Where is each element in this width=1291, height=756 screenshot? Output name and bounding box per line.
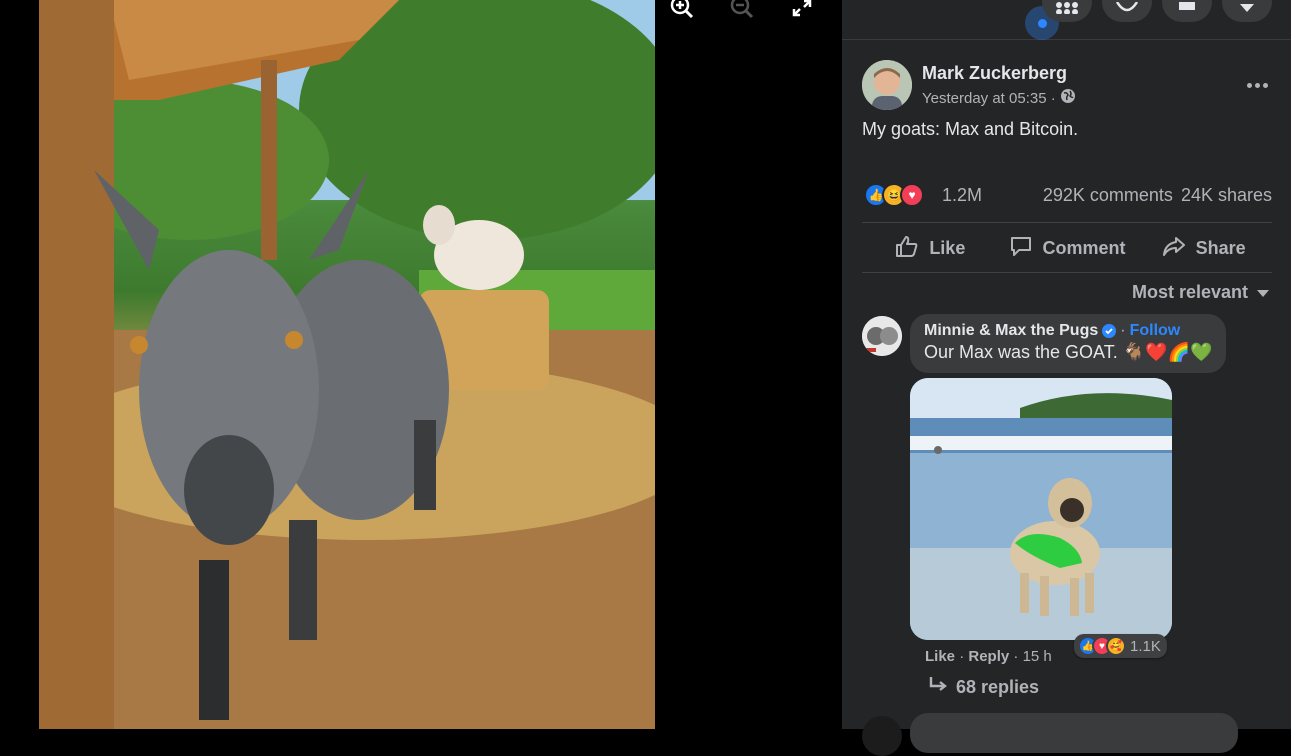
comment-text: Our Max was the GOAT. 🐐❤️🌈💚 bbox=[924, 342, 1213, 362]
post-actions: Like Comment Share bbox=[862, 224, 1272, 272]
next-comment-bubble bbox=[910, 713, 1238, 753]
viewer-toolbar bbox=[668, 0, 816, 22]
zoom-in-icon[interactable] bbox=[668, 0, 696, 22]
comment-reactions[interactable]: 👍 ♥ 🥰 1.1K bbox=[1074, 634, 1167, 658]
post-photo[interactable] bbox=[39, 0, 655, 729]
goat-photo-illustration bbox=[39, 0, 655, 729]
notifications-icon[interactable] bbox=[1162, 0, 1212, 22]
messenger-icon[interactable] bbox=[1102, 0, 1152, 22]
reply-arrow-icon bbox=[928, 676, 948, 699]
commenter-row: Minnie & Max the Pugs · Follow bbox=[924, 322, 1212, 340]
caret-down-icon bbox=[1256, 282, 1270, 303]
separator: · bbox=[1013, 648, 1023, 665]
divider bbox=[862, 222, 1272, 223]
pug-photo-illustration bbox=[910, 378, 1172, 640]
photo-viewer bbox=[0, 0, 842, 729]
care-reaction-icon: 🥰 bbox=[1106, 636, 1126, 656]
comments-count[interactable]: 292K comments bbox=[1043, 185, 1173, 205]
more-options-icon[interactable] bbox=[1242, 70, 1272, 100]
fullscreen-icon[interactable] bbox=[788, 0, 816, 22]
verified-badge-icon bbox=[1102, 324, 1117, 338]
separator: · bbox=[959, 648, 969, 665]
view-replies-button[interactable]: 68 replies bbox=[928, 676, 1039, 699]
name-separator: · bbox=[1120, 322, 1126, 339]
love-reaction-icon: ♥ bbox=[900, 183, 924, 207]
thumbs-up-icon bbox=[895, 235, 919, 262]
post-caption: My goats: Max and Bitcoin. bbox=[862, 119, 1079, 139]
commenter-avatar[interactable] bbox=[862, 316, 902, 356]
comment-icon bbox=[1009, 235, 1033, 262]
account-menu-icon[interactable] bbox=[1222, 0, 1272, 22]
share-label: Share bbox=[1195, 237, 1246, 258]
like-button[interactable]: Like bbox=[862, 224, 999, 272]
share-icon bbox=[1162, 235, 1186, 262]
post-stats: 👍 😆 ♥ 1.2M 292K comments 24K shares bbox=[862, 180, 1272, 210]
comment-actions: Like · Reply · 15 h bbox=[925, 648, 1052, 665]
comment-time[interactable]: 15 h bbox=[1023, 648, 1052, 665]
post-header: Mark Zuckerberg Yesterday at 05:35 · bbox=[862, 60, 1272, 110]
commenter-name[interactable]: Minnie & Max the Pugs bbox=[924, 322, 1098, 340]
comment-button[interactable]: Comment bbox=[999, 224, 1136, 272]
comment-reaction-count: 1.1K bbox=[1130, 637, 1161, 655]
next-commenter-avatar[interactable] bbox=[862, 716, 902, 756]
reaction-count[interactable]: 1.2M bbox=[942, 185, 982, 206]
author-name[interactable]: Mark Zuckerberg bbox=[922, 63, 1067, 84]
comment-sort-dropdown[interactable]: Most relevant bbox=[1132, 282, 1270, 303]
comment-bubble: Minnie & Max the Pugs · Follow Our Max w… bbox=[910, 314, 1227, 373]
follow-button[interactable]: Follow bbox=[1130, 322, 1181, 340]
like-label: Like bbox=[929, 237, 966, 258]
globe-icon bbox=[1060, 88, 1076, 108]
post-timestamp[interactable]: Yesterday at 05:35 · bbox=[922, 90, 1056, 107]
comment-label: Comment bbox=[1042, 237, 1126, 258]
top-bar bbox=[842, 0, 1291, 40]
sort-label: Most relevant bbox=[1131, 282, 1248, 302]
comment-attachment-image[interactable] bbox=[910, 378, 1172, 640]
shares-count[interactable]: 24K shares bbox=[1181, 185, 1272, 205]
engagement-counts: 292K comments 24K shares bbox=[1035, 185, 1272, 206]
comment-like-link[interactable]: Like bbox=[925, 648, 955, 665]
author-avatar[interactable] bbox=[862, 60, 912, 110]
reaction-icons[interactable]: 👍 😆 ♥ bbox=[864, 183, 924, 207]
share-button[interactable]: Share bbox=[1135, 224, 1272, 272]
divider bbox=[862, 272, 1272, 273]
comment-reply-link[interactable]: Reply bbox=[968, 648, 1009, 665]
zoom-out-icon[interactable] bbox=[728, 0, 756, 22]
post-meta: Yesterday at 05:35 · bbox=[922, 88, 1076, 108]
replies-label: 68 replies bbox=[956, 677, 1040, 697]
post-panel: Mark Zuckerberg Yesterday at 05:35 · My … bbox=[842, 0, 1291, 756]
